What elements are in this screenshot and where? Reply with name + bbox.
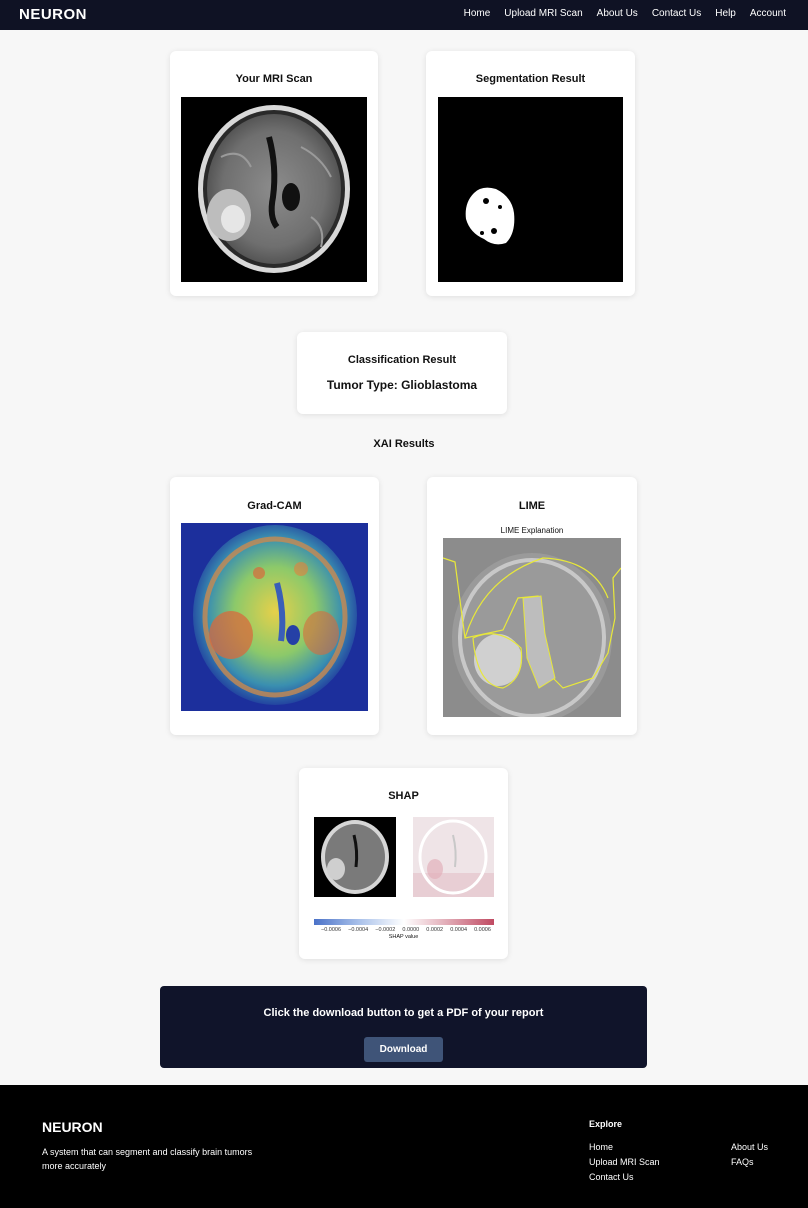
footer-link-about[interactable]: About Us	[731, 1142, 768, 1152]
nav-about[interactable]: About Us	[597, 8, 638, 19]
shap-tick: 0.0006	[474, 927, 491, 933]
shap-tick: −0.0004	[348, 927, 369, 933]
footer-logo: NEURON	[42, 1119, 103, 1135]
nav-contact[interactable]: Contact Us	[652, 8, 701, 19]
gradcam-title: Grad-CAM	[247, 500, 302, 512]
shap-original-image	[314, 817, 396, 897]
shap-title: SHAP	[388, 790, 419, 802]
brand-logo[interactable]: NEURON	[19, 6, 87, 23]
mri-scan-card: Your MRI Scan	[170, 51, 378, 296]
segmentation-title: Segmentation Result	[475, 73, 586, 85]
xai-results-heading: XAI Results	[373, 438, 435, 450]
lime-title: LIME	[518, 500, 546, 512]
nav-home[interactable]: Home	[464, 8, 491, 19]
download-button[interactable]: Download	[364, 1037, 443, 1062]
lime-card: LIME LIME Explanation	[427, 477, 637, 735]
shap-colorbar-ticks: −0.0006 −0.0004 −0.0002 0.0000 0.0002 0.…	[321, 927, 491, 933]
classification-card: Classification Result Tumor Type: Gliobl…	[297, 332, 507, 414]
footer: NEURON A system that can segment and cla…	[0, 1085, 808, 1208]
shap-tick: −0.0002	[375, 927, 396, 933]
shap-axis-label: SHAP value	[388, 934, 419, 940]
footer-explore-heading: Explore	[589, 1119, 623, 1129]
shap-tick: 0.0004	[450, 927, 468, 933]
footer-description: A system that can segment and classify b…	[42, 1147, 253, 1171]
segmentation-image	[438, 97, 623, 282]
segmentation-card: Segmentation Result	[426, 51, 635, 296]
top-navbar: NEURON Home Upload MRI Scan About Us Con…	[0, 0, 808, 30]
shap-values-image	[413, 817, 494, 897]
footer-link-upload[interactable]: Upload MRI Scan	[589, 1157, 660, 1167]
footer-link-faqs[interactable]: FAQs	[731, 1157, 754, 1167]
nav-upload-mri[interactable]: Upload MRI Scan	[504, 8, 582, 19]
download-cta-text: Click the download button to get a PDF o…	[263, 1007, 544, 1019]
nav-account[interactable]: Account	[750, 8, 786, 19]
shap-tick: −0.0006	[321, 927, 342, 933]
footer-link-home[interactable]: Home	[589, 1142, 613, 1152]
gradcam-card: Grad-CAM	[170, 477, 379, 735]
mri-scan-title: Your MRI Scan	[235, 73, 313, 85]
classification-title: Classification Result	[347, 354, 457, 366]
lime-plot-title: LIME Explanation	[500, 526, 564, 535]
lime-explanation-image	[443, 538, 621, 717]
shap-colorbar	[314, 919, 494, 925]
tumor-type-result: Tumor Type: Glioblastoma	[326, 378, 478, 392]
nav-links: Home Upload MRI Scan About Us Contact Us…	[464, 8, 786, 19]
nav-help[interactable]: Help	[715, 8, 736, 19]
shap-tick: 0.0002	[426, 927, 444, 933]
mri-scan-image	[181, 97, 367, 282]
shap-card: SHAP −0.0006 −0.0004 −0.0002 0.0000 0.00…	[299, 768, 508, 959]
gradcam-heatmap-image	[181, 523, 368, 711]
shap-tick: 0.0000	[402, 927, 420, 933]
footer-link-contact[interactable]: Contact Us	[589, 1172, 634, 1182]
